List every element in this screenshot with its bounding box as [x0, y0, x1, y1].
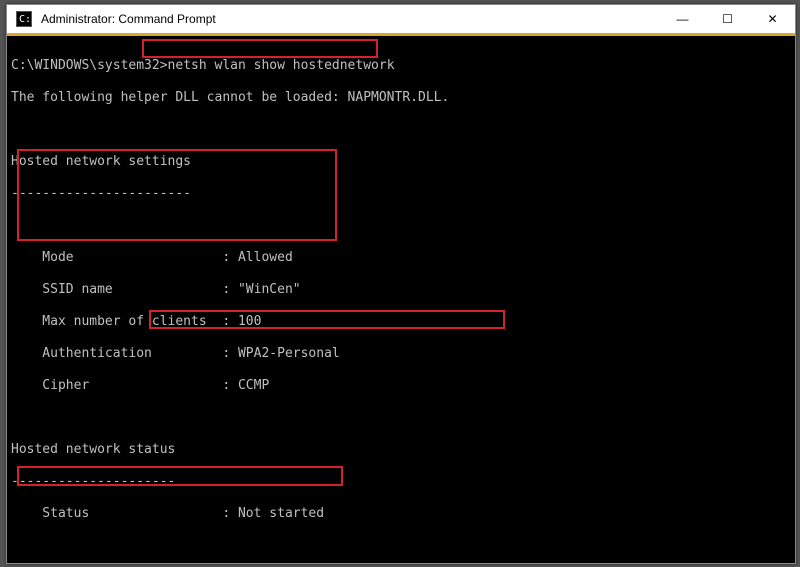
close-button[interactable]: ✕: [750, 5, 795, 33]
dll-error-line: The following helper DLL cannot be loade…: [11, 90, 791, 106]
field-label-mode: Mode :: [11, 250, 238, 265]
field-label-auth: Authentication :: [11, 346, 238, 361]
command-prompt-window: C: Administrator: Command Prompt — ☐ ✕ C…: [6, 4, 796, 564]
maximize-button[interactable]: ☐: [705, 5, 750, 33]
cmd-icon: C:: [13, 8, 35, 30]
field-value-mode: Allowed: [238, 250, 293, 265]
window-buttons: — ☐ ✕: [660, 5, 795, 33]
field-value-auth: WPA2-Personal: [238, 346, 340, 361]
divider: -----------------------: [11, 186, 791, 202]
field-label-cipher: Cipher :: [11, 378, 238, 393]
highlight-command-1: [142, 39, 378, 58]
window-title: Administrator: Command Prompt: [41, 12, 660, 26]
field-value-maxclients: 100: [238, 314, 261, 329]
field-label-ssid: SSID name :: [11, 282, 238, 297]
divider: ---------------------: [11, 474, 791, 490]
section-header-status: Hosted network status: [11, 442, 791, 458]
titlebar[interactable]: C: Administrator: Command Prompt — ☐ ✕: [7, 5, 795, 34]
command-1: netsh wlan show hostednetwork: [168, 58, 395, 73]
field-value-cipher: CCMP: [238, 378, 269, 393]
prompt-path: C:\WINDOWS\system32>: [11, 58, 168, 73]
terminal-output[interactable]: C:\WINDOWS\system32>netsh wlan show host…: [7, 36, 795, 563]
field-label-maxclients: Max number of clients :: [11, 314, 238, 329]
field-value-status: Not started: [238, 506, 324, 521]
field-value-ssid: "WinCen": [238, 282, 301, 297]
minimize-button[interactable]: —: [660, 5, 705, 33]
field-label-status: Status :: [11, 506, 238, 521]
section-header-settings: Hosted network settings: [11, 154, 791, 170]
